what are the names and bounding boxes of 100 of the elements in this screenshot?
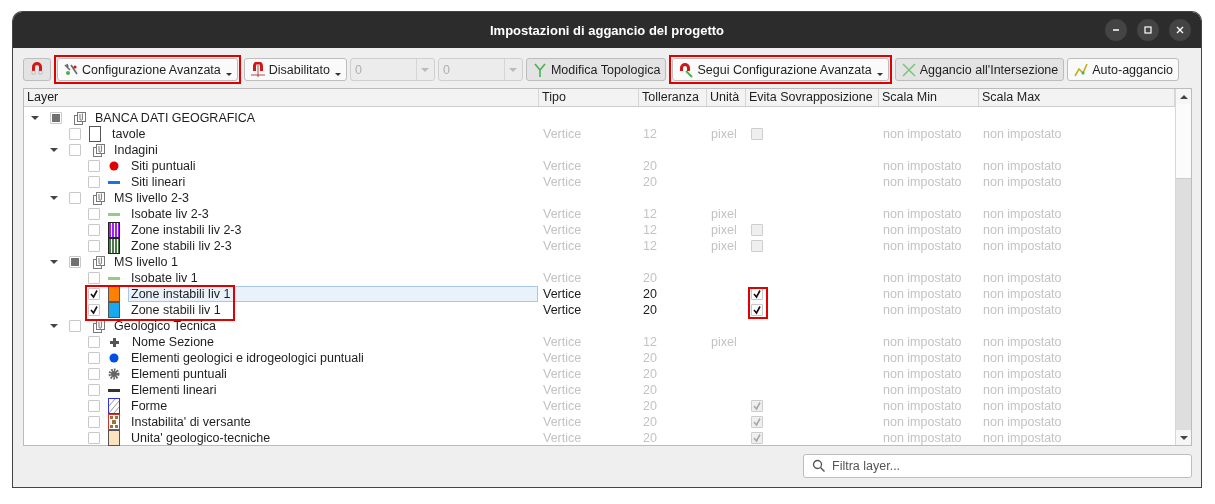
branch-icon <box>531 61 548 78</box>
dropdown-button[interactable]: Segui Configurazione Avanzata <box>672 58 889 81</box>
layer-name[interactable]: Instabilita' di versante <box>128 414 538 430</box>
dropdown-button[interactable]: Disabilitato <box>243 58 347 81</box>
scale-value: non impostato <box>983 223 1062 237</box>
column-header[interactable]: Tolleranza <box>639 89 707 106</box>
toolbar-button[interactable]: Aggancio all'Intersezione <box>894 58 1065 81</box>
unit-value: pixel <box>711 223 737 237</box>
layer-name[interactable]: Siti lineari <box>128 174 538 190</box>
checkbox[interactable] <box>88 224 100 236</box>
tolerance-value: 12 <box>643 223 657 237</box>
layer-name[interactable]: Zone instabili liv 2-3 <box>128 222 538 238</box>
checkbox[interactable] <box>88 384 100 396</box>
cross-icon <box>900 61 917 78</box>
layer-name[interactable]: Elementi lineari <box>128 382 538 398</box>
layer-name[interactable]: Zone stabili liv 2-3 <box>128 238 538 254</box>
checkbox[interactable] <box>88 432 100 444</box>
snap-type: Vertice <box>543 303 582 317</box>
layer-name[interactable]: Elementi puntuali <box>128 366 538 382</box>
unit-value: pixel <box>711 239 737 253</box>
layer-name[interactable]: Siti puntuali <box>128 158 538 174</box>
column-header[interactable]: Evita Sovrapposizione <box>746 89 879 106</box>
scrollbar[interactable] <box>1175 89 1191 445</box>
layer-name[interactable]: Nome Sezione <box>129 334 538 350</box>
scale-value: non impostato <box>883 239 962 253</box>
tolerance-value: 20 <box>643 303 657 317</box>
snap-type: Vertice <box>543 239 582 253</box>
checkbox[interactable] <box>69 256 81 268</box>
layer-name[interactable]: Isobate liv 2-3 <box>128 206 538 222</box>
scale-value: non impostato <box>883 223 962 237</box>
maximize-button[interactable] <box>1137 19 1159 41</box>
checkbox[interactable] <box>88 288 100 300</box>
layer-name[interactable]: Zone instabili liv 1 <box>128 286 538 302</box>
magnet-icon <box>249 61 266 78</box>
group-name[interactable]: BANCA DATI GEOGRAFICA <box>92 110 538 126</box>
checkbox[interactable] <box>751 304 763 316</box>
layer-name[interactable]: Forme <box>128 398 538 414</box>
checkbox[interactable] <box>88 336 100 348</box>
layer-name[interactable]: Zone stabili liv 1 <box>128 302 538 318</box>
tolerance-value: 20 <box>643 351 657 365</box>
snap-type: Vertice <box>543 367 582 381</box>
snap-type: Vertice <box>543 399 582 413</box>
dropdown-button[interactable]: Configurazione Avanzata <box>57 58 238 81</box>
toolbar-button[interactable] <box>23 58 51 81</box>
checkbox[interactable] <box>88 208 100 220</box>
checkbox[interactable] <box>751 224 763 236</box>
checkbox[interactable] <box>69 128 81 140</box>
scale-value: non impostato <box>983 271 1062 285</box>
checkbox[interactable] <box>88 176 100 188</box>
checkbox[interactable] <box>88 304 100 316</box>
layer-name[interactable]: Isobate liv 1 <box>128 270 538 286</box>
checkbox[interactable] <box>88 272 100 284</box>
scale-value: non impostato <box>883 159 962 173</box>
checkbox[interactable] <box>751 400 763 412</box>
snap-type: Vertice <box>543 159 582 173</box>
checkbox[interactable] <box>88 400 100 412</box>
scale-value: non impostato <box>983 415 1062 429</box>
tolerance-value: 20 <box>643 287 657 301</box>
window-title: Impostazioni di aggancio del progetto <box>490 22 724 38</box>
column-header[interactable]: Tipo <box>539 89 639 106</box>
layer-name[interactable]: Unita' geologico-tecniche <box>128 430 538 446</box>
group-name[interactable]: Indagini <box>111 142 538 158</box>
checkbox[interactable] <box>751 128 763 140</box>
checkbox[interactable] <box>69 192 81 204</box>
search-field[interactable]: Filtra layer... <box>803 454 1192 478</box>
checkbox[interactable] <box>88 160 100 172</box>
layer-name[interactable]: Elementi geologici e idrogeologici puntuali <box>128 350 538 366</box>
snap-type: Vertice <box>543 271 582 285</box>
scale-value: non impostato <box>883 367 962 381</box>
scale-value: non impostato <box>983 351 1062 365</box>
unit-value: pixel <box>711 127 737 141</box>
toolbar-button[interactable]: Auto-aggancio <box>1067 58 1179 81</box>
caret-icon <box>225 73 232 76</box>
caret-icon <box>876 73 883 76</box>
checkbox[interactable] <box>69 144 81 156</box>
layer-name[interactable]: tavole <box>109 126 538 142</box>
group-name[interactable]: MS livello 1 <box>111 254 538 270</box>
checkbox[interactable] <box>751 432 763 444</box>
checkbox[interactable] <box>751 416 763 428</box>
checkbox[interactable] <box>751 240 763 252</box>
magnet-icon <box>29 61 45 78</box>
group-name[interactable]: Geologico Tecnica <box>111 318 538 334</box>
scale-value: non impostato <box>983 159 1062 173</box>
checkbox[interactable] <box>69 320 81 332</box>
checkbox[interactable] <box>88 368 100 380</box>
scale-value: non impostato <box>983 431 1062 445</box>
toolbar-button[interactable]: Modifica Topologica <box>525 58 667 81</box>
group-name[interactable]: MS livello 2-3 <box>111 190 538 206</box>
tolerance-value: 12 <box>643 127 657 141</box>
checkbox[interactable] <box>88 240 100 252</box>
minimize-button[interactable] <box>1105 19 1127 41</box>
column-header[interactable]: Scala Min <box>879 89 979 106</box>
checkbox[interactable] <box>50 112 62 124</box>
column-header[interactable]: Unità <box>707 89 746 106</box>
caret-icon <box>334 73 341 76</box>
close-button[interactable] <box>1169 19 1191 41</box>
checkbox[interactable] <box>88 352 100 364</box>
scale-value: non impostato <box>983 239 1062 253</box>
column-header[interactable]: Layer <box>24 89 539 106</box>
checkbox[interactable] <box>88 416 100 428</box>
